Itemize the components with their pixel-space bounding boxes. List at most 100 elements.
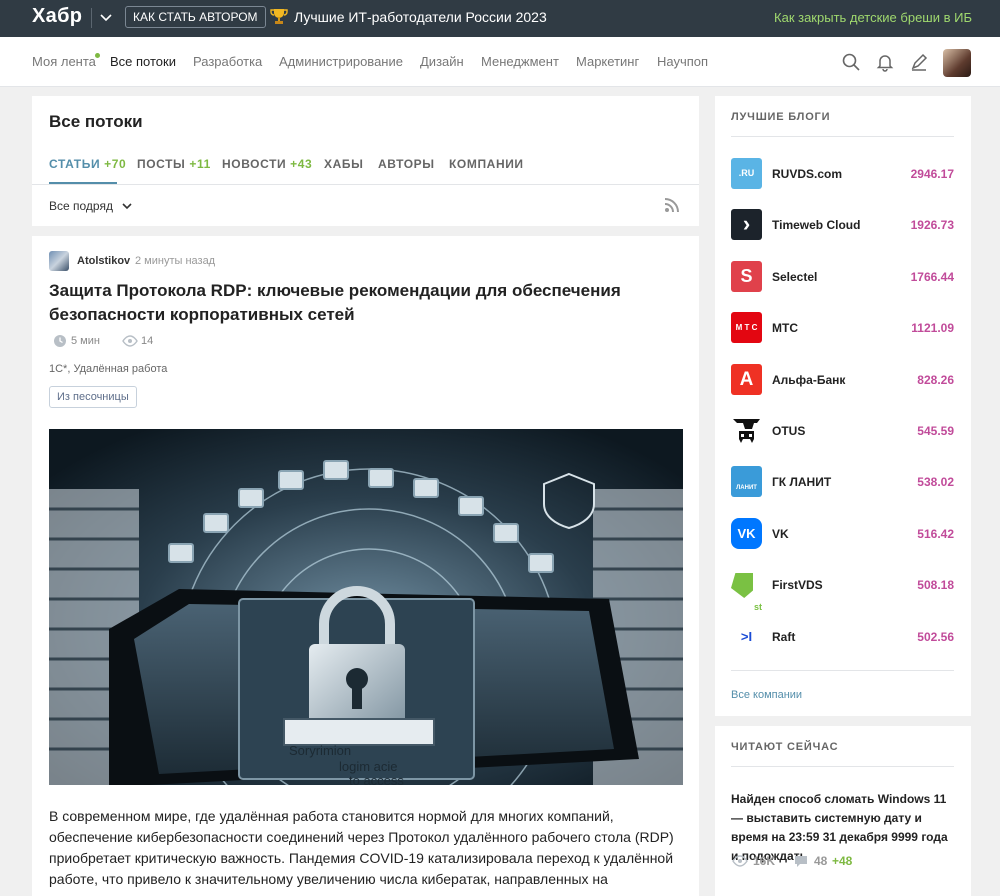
firstvds-logo-icon: st <box>731 569 762 612</box>
trophy-icon <box>270 9 288 24</box>
lanit-logo-icon: ЛАНИТ <box>731 466 762 497</box>
cover-text-line-2: logim acie <box>339 759 398 774</box>
blog-name: OTUS <box>772 424 806 438</box>
author-avatar[interactable] <box>49 251 69 271</box>
article-title[interactable]: Защита Протокола RDP: ключевые рекоменда… <box>49 279 649 327</box>
promo-link[interactable]: Лучшие ИТ-работодатели России 2023 <box>294 9 547 25</box>
reading-now-heading: ЧИТАЮТ СЕЙЧАС <box>731 741 839 753</box>
blog-rating: 516.42 <box>917 527 954 541</box>
nav-marketing[interactable]: Маркетинг <box>576 54 639 69</box>
divider <box>731 670 954 671</box>
timeweb-logo-icon: › <box>731 209 762 240</box>
blog-name: Raft <box>772 630 796 644</box>
blog-name: МТС <box>772 321 798 335</box>
blog-name: RUVDS.com <box>772 167 843 181</box>
blog-name: Timeweb Cloud <box>772 218 861 232</box>
feed-header: Все потоки СТАТЬИ +70 ПОСТЫ +11 НОВОСТИ … <box>32 96 699 226</box>
firstvds-glyph: st <box>753 602 762 612</box>
blog-item[interactable]: ЛАНИТ ГК ЛАНИТ 538.02 <box>731 466 954 498</box>
comment-count[interactable]: 48 <box>814 854 827 868</box>
user-avatar[interactable] <box>943 49 971 77</box>
blog-name: FirstVDS <box>772 578 823 592</box>
blog-item[interactable]: S Selectel 1766.44 <box>731 261 954 293</box>
nav-popsci[interactable]: Научпоп <box>657 54 708 69</box>
otus-logo-icon <box>731 415 762 446</box>
tab-authors[interactable]: АВТОРЫ <box>378 157 435 171</box>
blog-item[interactable]: st FirstVDS 508.18 <box>731 569 954 612</box>
blog-rating: 1926.73 <box>910 218 954 232</box>
bell-icon[interactable] <box>875 52 895 72</box>
view-count: 16K <box>753 854 776 868</box>
rss-icon[interactable] <box>664 197 680 213</box>
clock-icon <box>54 335 66 347</box>
blog-item[interactable]: .RU RUVDS.com 2946.17 <box>731 158 954 190</box>
blog-name: Selectel <box>772 270 818 284</box>
chevron-down-icon[interactable] <box>98 9 114 25</box>
tab-articles[interactable]: СТАТЬИ +70 <box>49 157 126 171</box>
blog-item[interactable]: › Timeweb Cloud 1926.73 <box>731 209 954 241</box>
cover-text-line-3: to access <box>349 773 404 785</box>
blog-rating: 1121.09 <box>911 321 954 335</box>
all-companies-link[interactable]: Все компании <box>731 689 802 701</box>
raft-logo-icon: >I <box>731 621 762 652</box>
blog-rating: 502.56 <box>917 630 954 644</box>
nav-all-streams[interactable]: Все потоки <box>110 54 176 69</box>
chevron-down-icon[interactable] <box>120 199 134 213</box>
divider <box>731 136 954 137</box>
eye-icon <box>122 335 138 347</box>
blog-name: ГК ЛАНИТ <box>772 475 832 489</box>
blog-item[interactable]: VK VK 516.42 <box>731 518 954 550</box>
blog-rating: 828.26 <box>917 373 954 387</box>
promo-right-link[interactable]: Как закрыть детские бреши в ИБ <box>774 10 972 25</box>
cover-text-line-1: Sorуrimion <box>289 743 351 758</box>
nav-my-feed[interactable]: Моя лента <box>32 54 96 69</box>
blog-item[interactable]: >I Raft 502.56 <box>731 621 954 653</box>
article-lead-text: В современном мире, где удалённая работа… <box>49 808 674 887</box>
nav-management[interactable]: Менеджмент <box>481 54 559 69</box>
nav-development[interactable]: Разработка <box>193 54 262 69</box>
vk-logo-icon: VK <box>731 518 762 549</box>
article-hubs[interactable]: 1С*, Удалённая работа <box>49 363 167 375</box>
top-bar: Хабр КАК СТАТЬ АВТОРОМ Лучшие ИТ-работод… <box>0 0 1000 37</box>
logo-divider <box>91 8 92 28</box>
view-count: 14 <box>141 335 154 347</box>
sort-dropdown[interactable]: Все подряд <box>49 199 113 213</box>
nav-administration[interactable]: Администрирование <box>279 54 403 69</box>
blog-item[interactable]: OTUS 545.59 <box>731 415 954 447</box>
post-time: 2 минуты назад <box>135 255 216 267</box>
blog-rating: 1766.44 <box>910 270 954 284</box>
search-icon[interactable] <box>841 52 861 72</box>
habr-logo[interactable]: Хабр <box>32 5 82 28</box>
author-name[interactable]: Atolstikov <box>77 255 130 267</box>
selectel-logo-icon: S <box>731 261 762 292</box>
how-to-become-author-button[interactable]: КАК СТАТЬ АВТОРОМ <box>125 6 266 28</box>
blog-item[interactable]: М Т С МТС 1121.09 <box>731 312 954 344</box>
mts-logo-icon: М Т С <box>731 312 762 343</box>
tab-news[interactable]: НОВОСТИ +43 <box>222 157 312 171</box>
tab-posts[interactable]: ПОСТЫ +11 <box>137 157 211 171</box>
blog-rating: 508.18 <box>917 578 954 592</box>
tab-companies[interactable]: КОМПАНИИ <box>449 157 524 171</box>
reading-now-widget: ЧИТАЮТ СЕЙЧАС Найден способ сломать Wind… <box>715 726 971 896</box>
new-items-dot <box>95 53 100 58</box>
article-cover-image[interactable]: Sorуrimion logim acie to access <box>49 429 683 785</box>
blog-name: VK <box>772 527 789 541</box>
divider <box>32 184 699 185</box>
blog-rating: 2946.17 <box>910 167 954 181</box>
sandbox-badge[interactable]: Из песочницы <box>49 386 137 408</box>
blog-item[interactable]: А Альфа-Банк 828.26 <box>731 364 954 396</box>
article-card: Atolstikov 2 минуты назад Защита Протоко… <box>32 236 699 896</box>
nav-design[interactable]: Дизайн <box>420 54 464 69</box>
blog-rating: 538.02 <box>917 475 954 489</box>
reading-time: 5 мин <box>71 335 100 347</box>
new-comment-count: +48 <box>832 854 853 868</box>
blog-rating: 545.59 <box>917 424 954 438</box>
write-post-icon[interactable] <box>909 52 929 72</box>
divider <box>731 766 954 767</box>
eye-icon <box>732 855 748 867</box>
tab-hubs[interactable]: ХАБЫ <box>324 157 363 171</box>
hub-nav: Моя лента Все потоки Разработка Админист… <box>0 37 1000 87</box>
comments-icon[interactable] <box>793 853 809 869</box>
best-blogs-heading: ЛУЧШИЕ БЛОГИ <box>731 111 831 123</box>
alfa-bank-logo-icon: А <box>731 364 762 395</box>
